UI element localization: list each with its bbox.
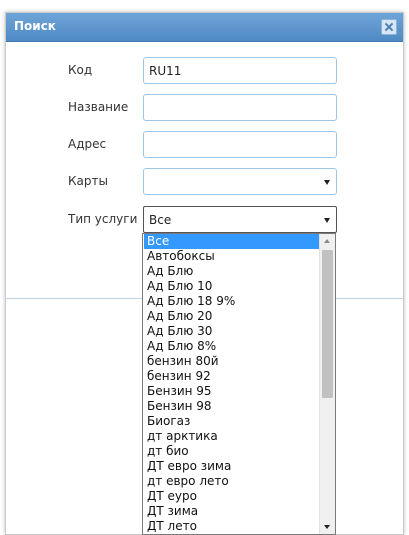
dropdown-option[interactable]: бензин 80й bbox=[144, 354, 319, 369]
dropdown-option[interactable]: ДТ лето bbox=[144, 519, 319, 534]
dropdown-option[interactable]: дт арктика bbox=[144, 429, 319, 444]
name-input[interactable] bbox=[143, 94, 337, 121]
service-type-select[interactable]: Все bbox=[143, 206, 337, 233]
service-type-dropdown-list[interactable]: Все Автобоксы Ад Блю Ад Блю 10 Ад Блю 18 9% А… bbox=[142, 233, 336, 535]
service-type-label: Тип услуги bbox=[68, 212, 138, 226]
dropdown-option[interactable]: дт евро лето bbox=[144, 474, 319, 489]
dropdown-option[interactable]: Ад Блю 8% bbox=[144, 339, 319, 354]
address-input[interactable] bbox=[143, 131, 337, 158]
code-input[interactable] bbox=[143, 57, 337, 84]
dropdown-option[interactable]: Ад Блю bbox=[144, 264, 319, 279]
form-row-cards: Карты bbox=[6, 168, 403, 196]
dropdown-option[interactable]: Ад Блю 10 bbox=[144, 279, 319, 294]
dropdown-option[interactable]: дт био bbox=[144, 444, 319, 459]
close-icon[interactable] bbox=[381, 19, 397, 35]
dropdown-option[interactable]: Бензин 95 bbox=[144, 384, 319, 399]
dropdown-option[interactable]: ДТ зима bbox=[144, 504, 319, 519]
cards-label: Карты bbox=[68, 174, 108, 188]
name-label: Название bbox=[68, 100, 129, 114]
cards-select[interactable] bbox=[143, 168, 337, 195]
dropdown-option[interactable]: Автобоксы bbox=[144, 249, 319, 264]
scrollbar-thumb[interactable] bbox=[322, 250, 333, 398]
chevron-down-icon bbox=[324, 180, 330, 185]
dropdown-option[interactable]: Бензин 98 bbox=[144, 399, 319, 414]
dropdown-scrollbar[interactable] bbox=[319, 234, 335, 534]
form-row-name: Название bbox=[6, 94, 403, 122]
dropdown-option[interactable]: Ад Блю 30 bbox=[144, 324, 319, 339]
dropdown-option[interactable]: Ад Блю 20 bbox=[144, 309, 319, 324]
dialog-titlebar[interactable]: Поиск bbox=[6, 13, 403, 42]
dropdown-option[interactable]: ДТ еуро bbox=[144, 489, 319, 504]
form-row-address: Адрес bbox=[6, 131, 403, 159]
address-label: Адрес bbox=[68, 137, 107, 151]
form-row-code: Код bbox=[6, 57, 403, 85]
scroll-up-arrow-icon[interactable] bbox=[320, 234, 335, 248]
dropdown-option[interactable]: Биогаз bbox=[144, 414, 319, 429]
dropdown-option[interactable]: Все bbox=[144, 234, 319, 249]
code-label: Код bbox=[68, 63, 93, 77]
form-row-service-type: Тип услуги Все bbox=[6, 206, 403, 234]
dropdown-option[interactable]: Ад Блю 18 9% bbox=[144, 294, 319, 309]
service-type-select-value: Все bbox=[149, 213, 172, 227]
chevron-down-icon bbox=[324, 218, 330, 223]
scroll-down-arrow-icon[interactable] bbox=[320, 520, 335, 534]
dropdown-option[interactable]: бензин 92 bbox=[144, 369, 319, 384]
dialog-title: Поиск bbox=[14, 19, 56, 33]
dropdown-option[interactable]: ДТ евро зима bbox=[144, 459, 319, 474]
dropdown-options: Все Автобоксы Ад Блю Ад Блю 10 Ад Блю 18 9% А… bbox=[144, 234, 319, 534]
